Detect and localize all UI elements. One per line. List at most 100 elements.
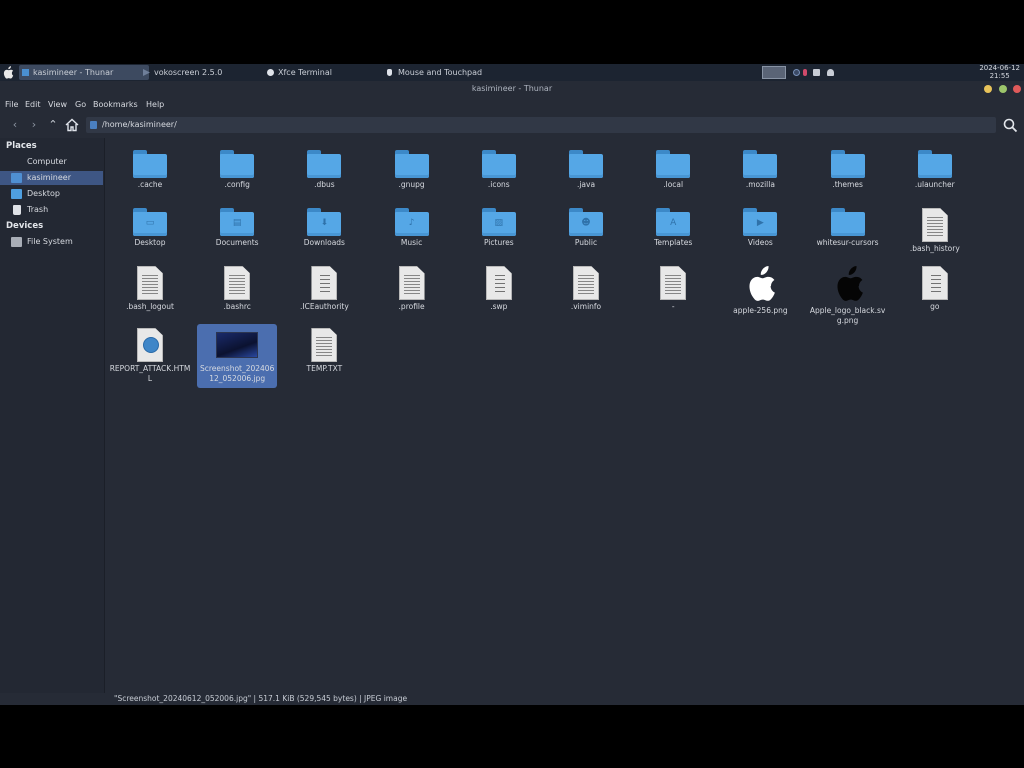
menu-file[interactable]: File xyxy=(5,97,18,113)
sidebar-item-computer[interactable]: Computer xyxy=(0,155,103,169)
sidebar-item-file-system[interactable]: File System xyxy=(0,235,103,249)
file-label: TEMP.TXT xyxy=(306,364,343,373)
system-tray: 2024-06-12 21:55 xyxy=(762,64,1024,81)
location-bar[interactable]: /home/kasimineer/ xyxy=(86,117,996,133)
minimize-button[interactable] xyxy=(984,85,992,93)
parent-folder-icon[interactable]: ⌃ xyxy=(46,118,60,132)
file-item[interactable]: .ICEauthority xyxy=(281,266,367,312)
apple-menu-icon[interactable] xyxy=(2,66,14,79)
file-item[interactable]: ▤ Documents xyxy=(194,208,280,248)
task-vokoscreen[interactable]: vokoscreen 2.5.0 xyxy=(140,65,272,80)
folder-icon: ☻ xyxy=(569,208,603,236)
binary-file-icon xyxy=(485,266,512,300)
text-file-icon xyxy=(224,266,251,300)
trash-icon xyxy=(13,205,21,215)
file-label: .ulauncher xyxy=(914,180,955,189)
menu-bookmarks[interactable]: Bookmarks xyxy=(93,97,138,113)
sidebar-item-label: Trash xyxy=(27,205,49,214)
folder-icon: ⬇ xyxy=(307,208,342,236)
places-header: Places xyxy=(6,141,37,151)
folder-icon xyxy=(830,208,865,236)
sidebar-item-trash[interactable]: Trash xyxy=(0,203,103,217)
task-mouse[interactable]: Mouse and Touchpad xyxy=(384,65,558,80)
folder-icon xyxy=(220,150,255,178)
clock[interactable]: 2024-06-12 21:55 xyxy=(979,64,1020,80)
text-file-icon xyxy=(311,328,338,362)
search-icon[interactable] xyxy=(1003,118,1018,133)
text-file-icon xyxy=(398,266,425,300)
image-thumbnail-icon xyxy=(216,332,259,358)
menu-help[interactable]: Help xyxy=(146,97,164,113)
file-item[interactable]: .local xyxy=(630,150,716,190)
folder-icon xyxy=(394,150,429,178)
file-item[interactable]: .profile xyxy=(369,266,455,312)
file-item[interactable]: .bashrc xyxy=(194,266,280,312)
vokoscreen-icon xyxy=(143,69,150,76)
text-file-icon xyxy=(573,266,599,300)
home-icon[interactable] xyxy=(65,118,79,132)
file-item[interactable]: Apple_logo_black.svg.png xyxy=(805,266,891,326)
window-titlebar[interactable]: kasimineer - Thunar xyxy=(0,81,1024,97)
file-label: apple-256.png xyxy=(733,306,788,315)
file-item[interactable]: Screenshot_20240612_052006.jpg xyxy=(197,324,278,388)
folder-emblem-icon: ▭ xyxy=(145,218,155,228)
file-item[interactable]: REPORT_ATTACK.HTML xyxy=(107,328,193,384)
file-item[interactable]: ▨ Pictures xyxy=(456,208,542,248)
apple-logo-icon xyxy=(749,266,776,301)
maximize-button[interactable] xyxy=(999,85,1007,93)
sidebar-item-desktop[interactable]: Desktop xyxy=(0,187,103,201)
notification-icon[interactable] xyxy=(827,69,834,76)
file-item[interactable]: .viminfo xyxy=(543,266,629,312)
file-item[interactable]: A Templates xyxy=(630,208,716,248)
menu-view[interactable]: View xyxy=(48,97,67,113)
back-icon[interactable]: ‹ xyxy=(8,118,22,132)
close-button[interactable] xyxy=(1013,85,1021,93)
file-item[interactable]: .icons xyxy=(456,150,542,190)
file-item[interactable]: - xyxy=(630,266,716,312)
file-item[interactable]: ▶ Videos xyxy=(717,208,803,248)
file-item[interactable]: apple-256.png xyxy=(717,266,803,316)
file-item[interactable]: ▭ Desktop xyxy=(107,208,193,248)
file-item[interactable]: TEMP.TXT xyxy=(281,328,367,374)
file-label: .themes xyxy=(832,180,863,189)
file-item[interactable]: .ulauncher xyxy=(892,150,978,190)
file-manager-window: kasimineer - Thunar File Edit View Go Bo… xyxy=(0,81,1024,705)
workspace-switcher[interactable] xyxy=(762,66,786,79)
mic-icon[interactable] xyxy=(803,69,807,76)
menu-edit[interactable]: Edit xyxy=(25,97,41,113)
task-terminal[interactable]: Xfce Terminal xyxy=(264,65,396,80)
sidebar-item-label: Computer xyxy=(27,157,67,166)
task-thunar[interactable]: kasimineer - Thunar xyxy=(19,65,149,80)
file-label: Videos xyxy=(747,238,773,247)
file-item[interactable]: .dbus xyxy=(281,150,367,190)
letterbox-top xyxy=(0,0,1024,64)
file-item[interactable]: .cache xyxy=(107,150,193,190)
volume-icon[interactable] xyxy=(813,69,820,76)
file-label: go xyxy=(930,302,940,311)
file-label: .swp xyxy=(490,302,508,311)
menu-go[interactable]: Go xyxy=(75,97,86,113)
file-label: .viminfo xyxy=(570,302,602,311)
file-item[interactable]: .java xyxy=(543,150,629,190)
sidebar-item-home[interactable]: kasimineer xyxy=(0,171,103,185)
file-item[interactable]: whitesur-cursors xyxy=(805,208,891,248)
file-item[interactable]: ⬇ Downloads xyxy=(281,208,367,248)
file-label: .cache xyxy=(137,180,163,189)
network-icon[interactable] xyxy=(793,69,800,76)
folder-icon xyxy=(22,69,29,76)
file-item[interactable]: .themes xyxy=(805,150,891,190)
file-item[interactable]: .bash_history xyxy=(892,208,978,254)
file-item[interactable]: .bash_logout xyxy=(107,266,193,312)
forward-icon[interactable]: › xyxy=(27,118,41,132)
file-item[interactable]: .config xyxy=(194,150,280,190)
file-item[interactable]: .swp xyxy=(456,266,542,312)
file-item[interactable]: go xyxy=(892,266,978,312)
file-item[interactable]: .gnupg xyxy=(369,150,455,190)
file-item[interactable]: ☻ Public xyxy=(543,208,629,248)
file-item[interactable]: .mozilla xyxy=(717,150,803,190)
file-label: .config xyxy=(224,180,250,189)
file-item[interactable]: ♪ Music xyxy=(369,208,455,248)
task-label: vokoscreen 2.5.0 xyxy=(154,68,223,77)
file-label: .java xyxy=(576,180,596,189)
folder-emblem-icon: ▤ xyxy=(232,218,242,228)
